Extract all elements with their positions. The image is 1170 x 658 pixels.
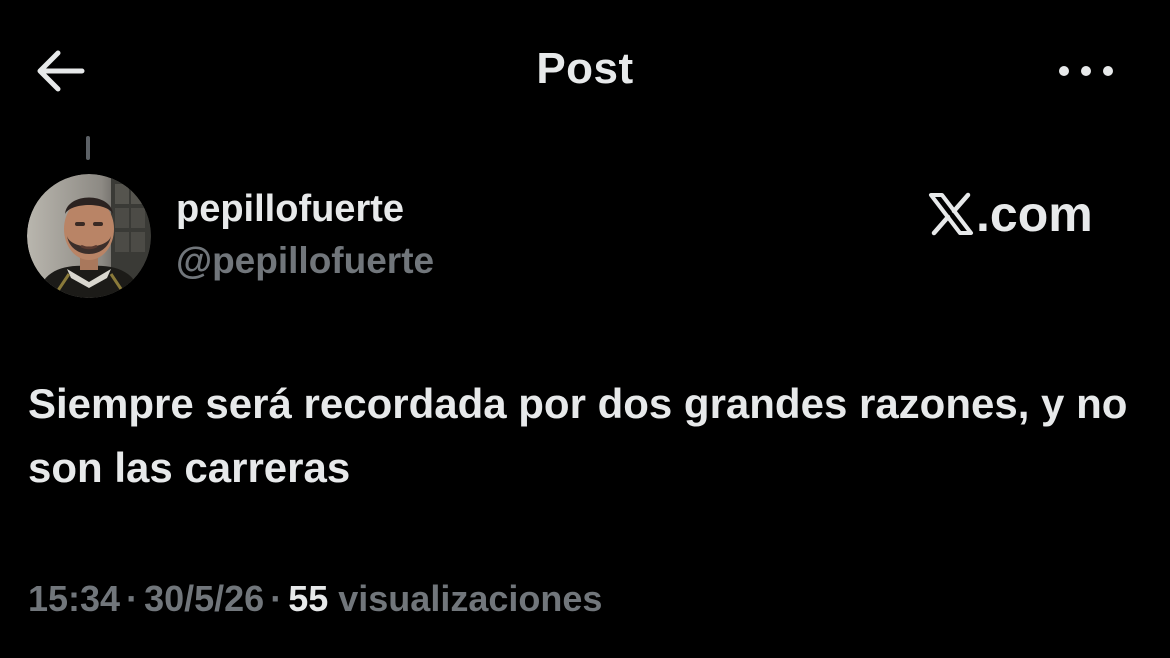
author-handle[interactable]: @pepillofuerte <box>176 240 434 282</box>
post-time: 15:34 <box>28 578 121 619</box>
post-meta: 15:34 · 30/5/26 · 55 visualizaciones <box>28 578 602 620</box>
watermark-text: .com <box>976 186 1093 242</box>
views-label[interactable]: visualizaciones <box>338 578 602 619</box>
post-date: 30/5/26 <box>144 578 265 619</box>
author-display-name[interactable]: pepillofuerte <box>176 188 404 231</box>
profile-photo <box>27 174 151 298</box>
meta-separator: · <box>126 578 139 619</box>
page-title: Post <box>536 44 634 93</box>
x-logo-icon <box>929 192 973 236</box>
avatar[interactable] <box>27 174 151 298</box>
views-count[interactable]: 55 <box>288 578 328 619</box>
top-bar: Post <box>0 0 1170 140</box>
thread-connector-line <box>86 136 90 160</box>
x-com-watermark: .com <box>928 184 1093 244</box>
meta-separator: · <box>270 578 283 619</box>
post-text: Siempre será recordada por dos grandes r… <box>28 380 1128 491</box>
more-horizontal-icon <box>1059 66 1113 76</box>
more-options-button[interactable] <box>1054 56 1118 86</box>
